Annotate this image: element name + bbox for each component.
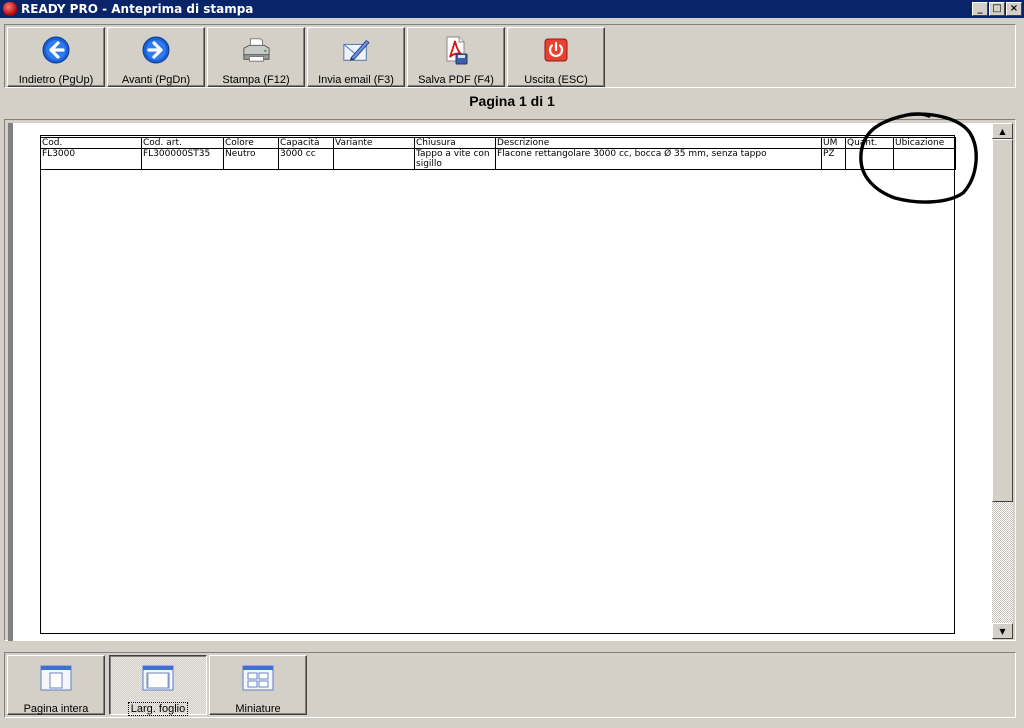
exit-button[interactable]: Uscita (ESC) (507, 27, 605, 87)
header-colore: Colore (223, 137, 279, 149)
cell-capacita: 3000 cc (278, 148, 334, 170)
print-preview-pane: Cod. Cod. art. Colore Capacità Variante … (4, 119, 1016, 641)
save-pdf-button-label: Salva PDF (F4) (418, 74, 494, 86)
cell-quant (845, 148, 894, 170)
view-mode-bar: Pagina intera Larg. foglio Miniature (4, 652, 1016, 718)
header-chiusura: Chiusura (414, 137, 496, 149)
header-capacita: Capacità (278, 137, 334, 149)
page-width-icon (142, 665, 174, 695)
header-um: UM (821, 137, 846, 149)
window-title: READY PRO - Anteprima di stampa (21, 2, 254, 16)
save-pdf-button[interactable]: Salva PDF (F4) (407, 27, 505, 87)
email-icon (342, 36, 370, 64)
header-cod: Cod. (40, 137, 142, 149)
header-quant: Quant. (845, 137, 894, 149)
preview-page: Cod. Cod. art. Colore Capacità Variante … (8, 123, 993, 641)
header-variante: Variante (333, 137, 415, 149)
toolbar: Indietro (PgUp) Avanti (PgDn) Stampa (F1… (4, 24, 1016, 88)
cell-cod: FL3000 (40, 148, 142, 170)
report-sheet: Cod. Cod. art. Colore Capacità Variante … (40, 135, 956, 634)
title-bar: READY PRO - Anteprima di stampa _ □ × (0, 0, 1024, 18)
printer-icon (242, 36, 270, 64)
scroll-up-button[interactable]: ▲ (992, 123, 1013, 139)
send-email-button[interactable]: Invia email (F3) (307, 27, 405, 87)
back-button-label: Indietro (PgUp) (18, 74, 94, 86)
page-width-button[interactable]: Larg. foglio (109, 655, 207, 716)
header-descrizione: Descrizione (495, 137, 822, 149)
thumbnails-label: Miniature (235, 703, 281, 715)
report-header-row: Cod. Cod. art. Colore Capacità Variante … (40, 137, 956, 149)
full-page-icon (40, 665, 72, 695)
scroll-down-button[interactable]: ▼ (992, 623, 1013, 639)
forward-button[interactable]: Avanti (PgDn) (107, 27, 205, 87)
vertical-scrollbar[interactable]: ▲ ▼ (992, 123, 1013, 639)
cell-chiusura: Tappo a vite con sigillo (414, 148, 496, 170)
scroll-thumb[interactable] (992, 139, 1013, 502)
print-button-label: Stampa (F12) (222, 74, 290, 86)
header-cod-art: Cod. art. (141, 137, 224, 149)
cell-um: PZ (821, 148, 846, 170)
arrow-right-icon (142, 36, 170, 64)
back-button[interactable]: Indietro (PgUp) (7, 27, 105, 87)
header-ubicazione: Ubicazione (893, 137, 956, 149)
close-button[interactable]: × (1006, 2, 1022, 16)
full-page-button[interactable]: Pagina intera (7, 655, 105, 715)
thumbnails-icon (242, 665, 274, 695)
table-row: FL3000 FL300000ST35 Neutro 3000 cc Tappo… (40, 148, 956, 170)
maximize-button[interactable]: □ (989, 2, 1005, 16)
minimize-button[interactable]: _ (972, 2, 988, 16)
cell-descrizione: Flacone rettangolare 3000 cc, bocca Ø 35… (495, 148, 822, 170)
arrow-left-icon (42, 36, 70, 64)
power-icon (542, 36, 570, 64)
page-width-label: Larg. foglio (127, 702, 189, 716)
report-table: Cod. Cod. art. Colore Capacità Variante … (40, 137, 956, 170)
window-controls: _ □ × (972, 2, 1022, 16)
cell-cod-art: FL300000ST35 (141, 148, 224, 170)
thumbnails-button[interactable]: Miniature (209, 655, 307, 715)
pdf-icon (442, 36, 470, 65)
cell-colore: Neutro (223, 148, 279, 170)
exit-button-label: Uscita (ESC) (524, 74, 588, 86)
cell-variante (333, 148, 415, 170)
cell-ubicazione (893, 148, 956, 170)
print-button[interactable]: Stampa (F12) (207, 27, 305, 87)
app-logo-icon (3, 2, 17, 16)
send-email-button-label: Invia email (F3) (318, 74, 394, 86)
forward-button-label: Avanti (PgDn) (121, 74, 191, 86)
full-page-label: Pagina intera (23, 703, 89, 715)
page-indicator: Pagina 1 di 1 (469, 93, 555, 109)
